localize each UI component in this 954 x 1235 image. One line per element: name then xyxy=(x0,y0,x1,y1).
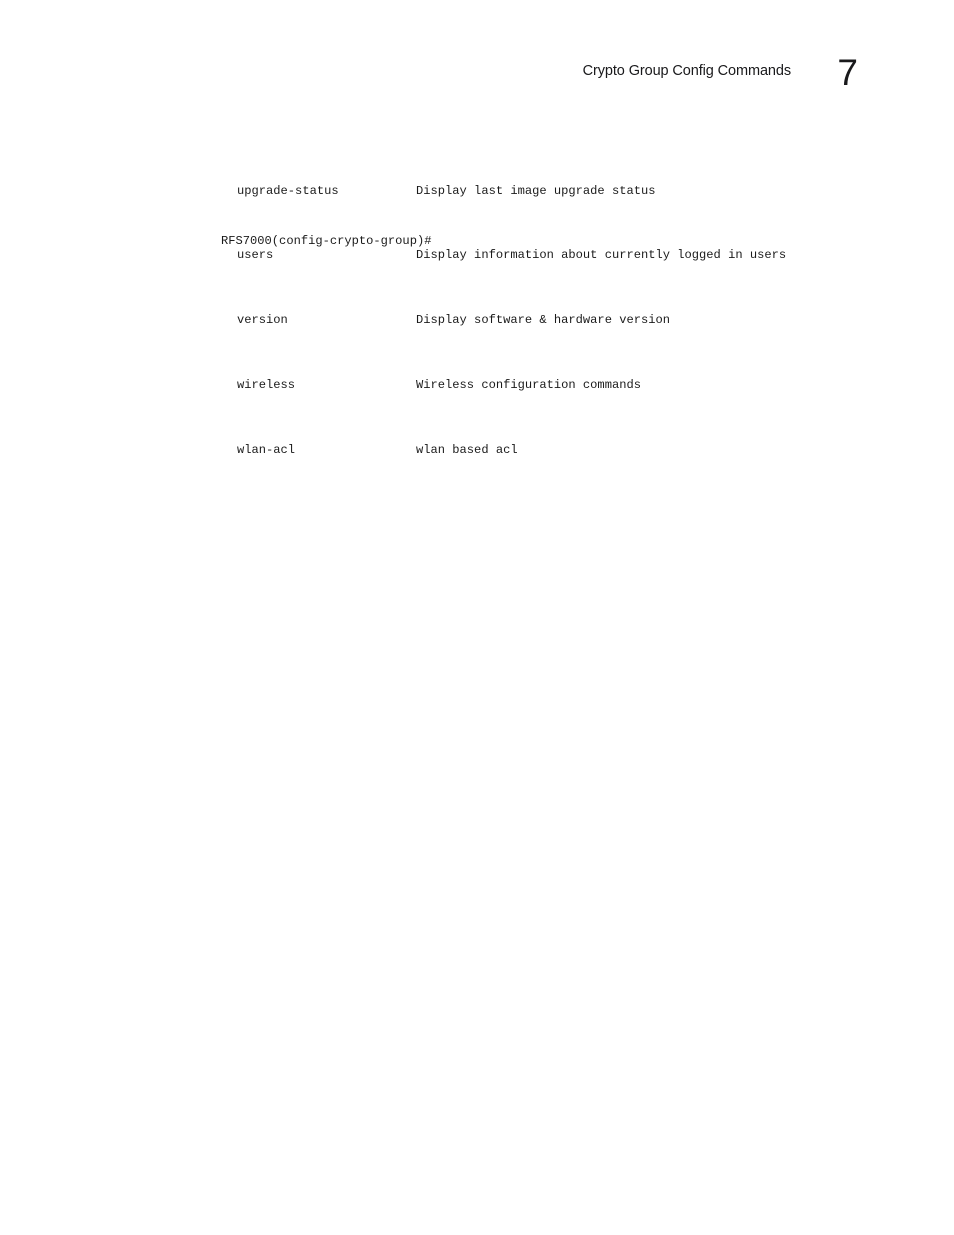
cli-command-row: version Display software & hardware versi… xyxy=(237,312,786,328)
header-title: Crypto Group Config Commands xyxy=(582,63,791,79)
page-number: 7 xyxy=(837,52,858,93)
document-page: Crypto Group Config Commands 7 upgrade-s… xyxy=(0,0,954,1235)
cli-command-description: Display information about currently logg… xyxy=(416,248,787,263)
cli-command-name: wireless xyxy=(237,378,296,392)
cli-command-name: upgrade-status xyxy=(237,183,339,198)
cli-command-name: users xyxy=(237,248,274,263)
cli-prompt: RFS7000(config-crypto-group)# xyxy=(221,234,432,248)
cli-command-description: Wireless configuration commands xyxy=(416,378,641,392)
cli-command-description: Display software & hardware version xyxy=(416,313,671,328)
cli-command-description: Display last image upgrade status xyxy=(416,183,656,198)
cli-command-description: wlan based acl xyxy=(416,442,518,457)
cli-help-output: upgrade-status Display last image upgrade… xyxy=(237,134,786,507)
cli-command-name: wlan-acl xyxy=(237,442,296,457)
cli-command-row: upgrade-status Display last image upgrade… xyxy=(237,183,786,199)
cli-command-row: users Display information about currently… xyxy=(237,247,786,263)
cli-command-row: wlan-acl wlan based acl xyxy=(237,442,786,458)
cli-command-row: wireless Wireless configuration commands xyxy=(237,377,786,393)
running-header: Crypto Group Config Commands 7 xyxy=(0,52,954,93)
cli-command-name: version xyxy=(237,313,288,328)
